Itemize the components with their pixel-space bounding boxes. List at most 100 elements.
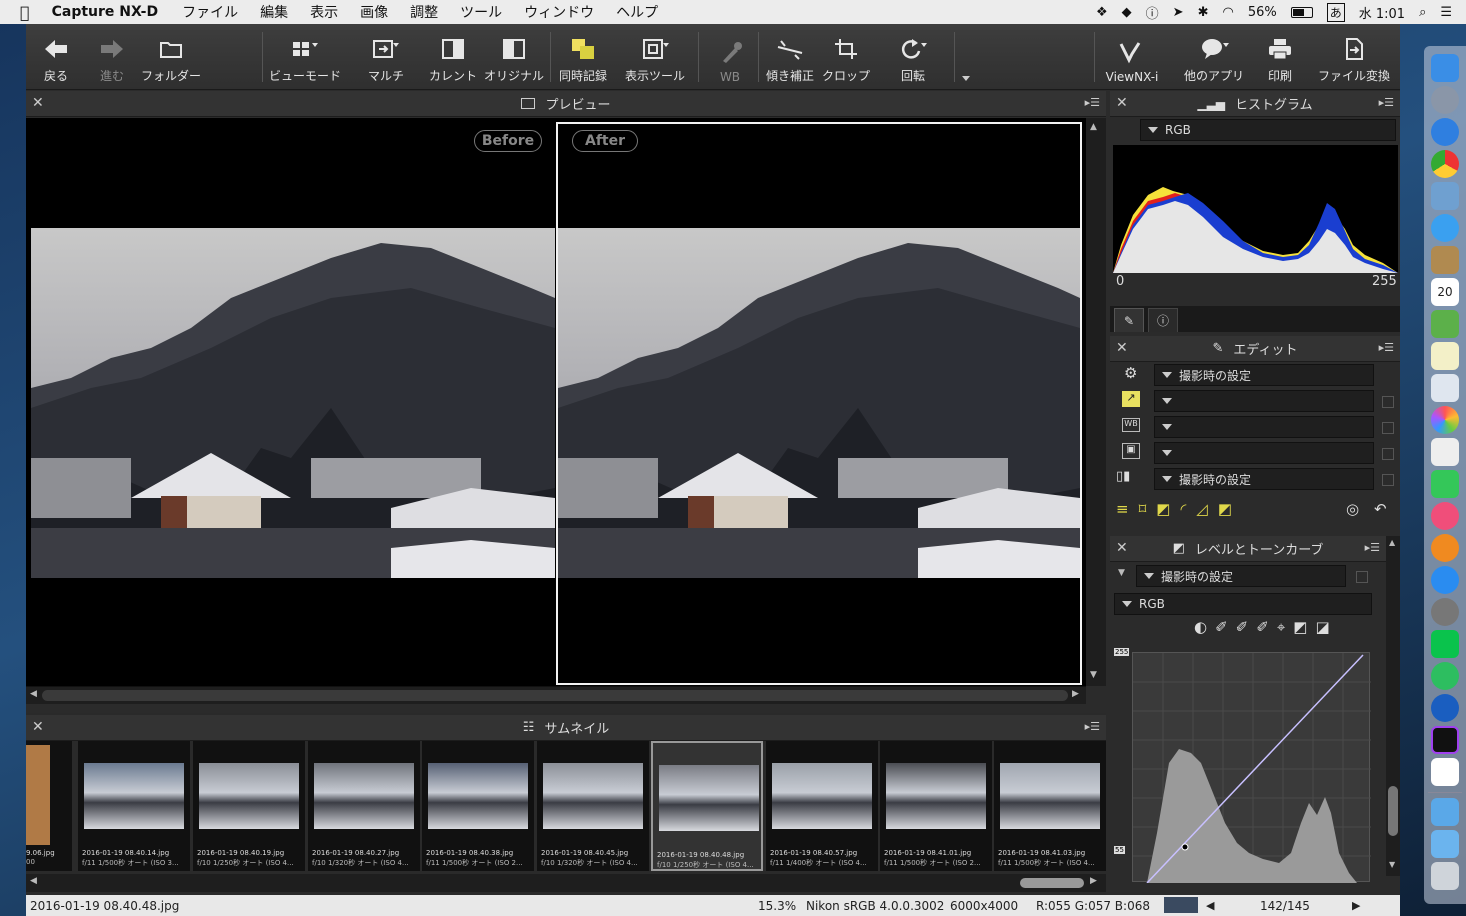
chrome-icon[interactable] — [1431, 150, 1459, 178]
other-apps-button[interactable]: 他のアプリ — [1174, 24, 1254, 90]
edit-row-checkbox[interactable] — [1382, 422, 1394, 434]
histogram-channel-select[interactable]: RGB — [1140, 119, 1396, 141]
menu-image[interactable]: 画像 — [360, 2, 388, 22]
input-method[interactable]: あ — [1326, 2, 1345, 22]
evernote-icon[interactable]: ◆ — [1122, 5, 1132, 20]
system-preferences-icon[interactable] — [1431, 598, 1459, 626]
scroll-thumb[interactable] — [1388, 786, 1398, 836]
reminders-icon[interactable] — [1431, 438, 1459, 466]
airmail-icon[interactable]: ➤ — [1173, 5, 1184, 20]
scroll-down-icon[interactable]: ▼ — [1389, 860, 1395, 869]
thumbnail-item[interactable]: 9.06.jpg 00 — [26, 741, 72, 871]
image-capture-icon[interactable] — [1431, 374, 1459, 402]
thumbnail-item[interactable]: 2016-01-19 08.40.19.jpg f/10 1/250秒 オート (… — [193, 741, 305, 871]
line-icon[interactable] — [1431, 630, 1459, 658]
spotlight-search-icon[interactable]: ⌕ — [1419, 5, 1426, 20]
edit-row-checkbox[interactable] — [1382, 448, 1394, 460]
calendar-icon[interactable]: 20 — [1431, 278, 1459, 306]
levels-preset-select[interactable]: 撮影時の設定 — [1136, 565, 1346, 587]
noise-reduction-icon[interactable]: ≡ — [1116, 500, 1129, 522]
menu-adjust[interactable]: 調整 — [410, 2, 438, 22]
close-icon[interactable]: ✕ — [1116, 340, 1128, 356]
undo-icon[interactable]: ↶ — [1374, 500, 1387, 518]
convert-button[interactable]: ファイル変換 — [1314, 24, 1394, 90]
thumbnail-item[interactable]: 2016-01-19 08.40.45.jpg f/10 1/320秒 オート (… — [537, 741, 649, 871]
edit-tab[interactable]: ✎ — [1114, 308, 1144, 332]
tone-curve-icon[interactable]: ◩ — [1218, 500, 1232, 522]
close-icon[interactable]: ✕ — [1116, 540, 1128, 556]
auto-contrast-icon[interactable]: ◩ — [1293, 618, 1307, 638]
clock[interactable]: 水 1:01 — [1359, 3, 1405, 22]
thumbnail-item[interactable]: 2016-01-19 08.40.48.jpg f/10 1/250秒 オート (… — [651, 741, 763, 871]
finder-icon[interactable] — [1431, 54, 1459, 82]
scroll-thumb[interactable] — [42, 690, 1068, 701]
menu-help[interactable]: ヘルプ — [616, 2, 658, 22]
edit-row-checkbox[interactable] — [1382, 396, 1394, 408]
preview-horizontal-scrollbar[interactable]: ◀ ▶ — [26, 686, 1086, 704]
capture-nx-d-icon[interactable] — [1431, 726, 1459, 754]
next-image-button[interactable]: ▶ — [1352, 899, 1360, 912]
edit-row-select[interactable]: 撮影時の設定 — [1154, 468, 1374, 490]
reset-curve-icon[interactable]: ◪ — [1315, 618, 1329, 638]
preview-app-icon[interactable] — [1431, 182, 1459, 210]
panel-menu-icon[interactable]: ▸☰ — [1365, 541, 1380, 554]
panel-menu-icon[interactable]: ▸☰ — [1379, 96, 1394, 109]
folder-button[interactable]: フォルダー — [138, 24, 204, 90]
wifi-icon[interactable]: ◠ — [1222, 5, 1233, 20]
notification-center-icon[interactable]: ☰ — [1440, 5, 1452, 20]
contacts-icon[interactable] — [1431, 246, 1459, 274]
edit-row-select[interactable] — [1154, 390, 1374, 412]
launchpad-icon[interactable] — [1431, 86, 1459, 114]
add-anchor-icon[interactable]: ⌖ — [1277, 618, 1285, 638]
print-button[interactable]: 印刷 — [1258, 24, 1302, 90]
levels-enable-checkbox[interactable] — [1356, 571, 1368, 583]
levels-scrollbar[interactable]: ▲ ▼ — [1386, 536, 1400, 876]
scroll-right-icon[interactable]: ▶ — [1090, 876, 1097, 886]
gray-point-eyedropper-icon[interactable]: ✐ — [1236, 618, 1249, 638]
menu-view[interactable]: 表示 — [310, 2, 338, 22]
scroll-right-icon[interactable]: ▶ — [1072, 689, 1079, 699]
sync-record-button[interactable]: 同時記録 — [556, 24, 610, 90]
viewnx-button[interactable]: ViewNX-i — [1100, 24, 1164, 90]
original-button[interactable]: オリジナル — [482, 24, 546, 90]
battery-percent[interactable]: 56% — [1248, 5, 1277, 20]
crop-button[interactable]: クロップ — [820, 24, 872, 90]
thumbnail-scrollbar[interactable]: ◀ ▶ — [26, 874, 1106, 892]
menu-file[interactable]: ファイル — [182, 2, 238, 22]
white-point-eyedropper-icon[interactable]: ✐ — [1256, 618, 1269, 638]
display-tool-button[interactable]: 表示ツール — [622, 24, 688, 90]
forward-button[interactable]: 進む — [94, 24, 130, 90]
scroll-thumb[interactable] — [1020, 878, 1084, 888]
panel-menu-icon[interactable]: ▸☰ — [1379, 341, 1394, 354]
edit-row-checkbox[interactable] — [1382, 474, 1394, 486]
lens-correction-icon[interactable]: ⌑ — [1139, 500, 1147, 522]
thumbnail-item[interactable]: 2016-01-19 08.40.38.jpg f/11 1/500秒 オート (… — [422, 741, 534, 871]
scroll-left-icon[interactable]: ◀ — [30, 689, 37, 699]
safari-icon[interactable] — [1431, 118, 1459, 146]
menu-tools[interactable]: ツール — [460, 2, 502, 22]
lch-icon[interactable]: ◜ — [1180, 500, 1186, 522]
info-tab[interactable]: ⓘ — [1148, 308, 1178, 332]
perspective-icon[interactable]: ◿ — [1196, 500, 1208, 522]
edit-row-select[interactable]: 撮影時の設定 — [1154, 364, 1374, 386]
menu-edit[interactable]: 編集 — [260, 2, 288, 22]
trash-icon[interactable] — [1431, 862, 1459, 890]
notes-icon[interactable] — [1431, 342, 1459, 370]
dropbox-icon[interactable]: ❖ — [1096, 5, 1108, 20]
history-icon[interactable]: ◎ — [1346, 500, 1359, 518]
edit-row-select[interactable] — [1154, 442, 1374, 464]
1password-icon[interactable]: ⓘ — [1146, 3, 1159, 22]
maps-icon[interactable] — [1431, 310, 1459, 338]
downloads-folder-icon[interactable] — [1431, 798, 1459, 826]
thumbnail-item[interactable]: 2016-01-19 08.41.03.jpg f/11 1/500秒 オート (… — [994, 741, 1106, 871]
ibooks-icon[interactable] — [1431, 534, 1459, 562]
close-icon[interactable]: ✕ — [32, 719, 44, 735]
wb-button[interactable]: WB — [712, 24, 748, 90]
menu-window[interactable]: ウィンドウ — [524, 2, 594, 22]
preview-vertical-scrollbar[interactable]: ▲ ▼ — [1086, 118, 1106, 686]
photos-icon[interactable] — [1431, 406, 1459, 434]
levels-icon[interactable]: ◩ — [1156, 500, 1170, 522]
back-button[interactable]: 戻る — [38, 24, 74, 90]
edit-row-select[interactable] — [1154, 416, 1374, 438]
tilt-button[interactable]: 傾き補正 — [762, 24, 818, 90]
